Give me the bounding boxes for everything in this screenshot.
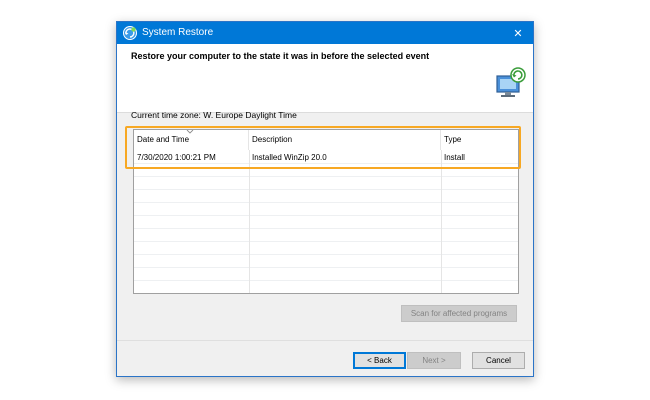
empty-row bbox=[134, 164, 518, 177]
monitor-restore-icon bbox=[496, 67, 526, 97]
empty-row bbox=[134, 281, 518, 293]
empty-row bbox=[134, 190, 518, 203]
column-header-type-label: Type bbox=[444, 135, 462, 144]
scan-affected-programs-button[interactable]: Scan for affected programs bbox=[401, 305, 517, 322]
wizard-header: Restore your computer to the state it wa… bbox=[117, 44, 533, 113]
restore-points-list[interactable]: Date and Time Description Type 7/30/2020… bbox=[133, 129, 519, 294]
close-button[interactable]: ✕ bbox=[503, 22, 533, 44]
system-restore-window: System Restore ✕ Restore your computer t… bbox=[116, 21, 534, 377]
empty-row bbox=[134, 229, 518, 242]
list-header: Date and Time Description Type bbox=[134, 130, 518, 150]
header-instruction: Restore your computer to the state it wa… bbox=[131, 51, 430, 61]
cancel-button[interactable]: Cancel bbox=[472, 352, 525, 369]
row-description: Installed WinZip 20.0 bbox=[252, 153, 327, 162]
empty-row bbox=[134, 242, 518, 255]
column-header-description-label: Description bbox=[252, 135, 293, 144]
system-restore-app-icon bbox=[123, 26, 137, 40]
row-type: Install bbox=[444, 153, 465, 162]
column-header-date-time[interactable]: Date and Time bbox=[134, 130, 249, 150]
column-divider bbox=[249, 150, 250, 293]
window-title: System Restore bbox=[142, 27, 214, 38]
table-row[interactable]: 7/30/2020 1:00:21 PM Installed WinZip 20… bbox=[134, 151, 518, 164]
empty-row bbox=[134, 177, 518, 190]
empty-row bbox=[134, 216, 518, 229]
title-bar[interactable]: System Restore ✕ bbox=[117, 22, 533, 44]
back-button[interactable]: < Back bbox=[353, 352, 406, 369]
next-button[interactable]: Next > bbox=[407, 352, 461, 369]
empty-row bbox=[134, 203, 518, 216]
column-header-date-time-label: Date and Time bbox=[137, 135, 190, 144]
row-date-time: 7/30/2020 1:00:21 PM bbox=[137, 153, 216, 162]
column-header-type[interactable]: Type bbox=[441, 130, 518, 150]
sort-chevron-icon bbox=[186, 130, 194, 134]
empty-row bbox=[134, 255, 518, 268]
column-header-description[interactable]: Description bbox=[249, 130, 441, 150]
column-divider bbox=[441, 150, 442, 293]
empty-row bbox=[134, 268, 518, 281]
footer-separator bbox=[117, 340, 533, 341]
timezone-label: Current time zone: W. Europe Daylight Ti… bbox=[131, 110, 297, 120]
close-icon: ✕ bbox=[513, 27, 523, 40]
